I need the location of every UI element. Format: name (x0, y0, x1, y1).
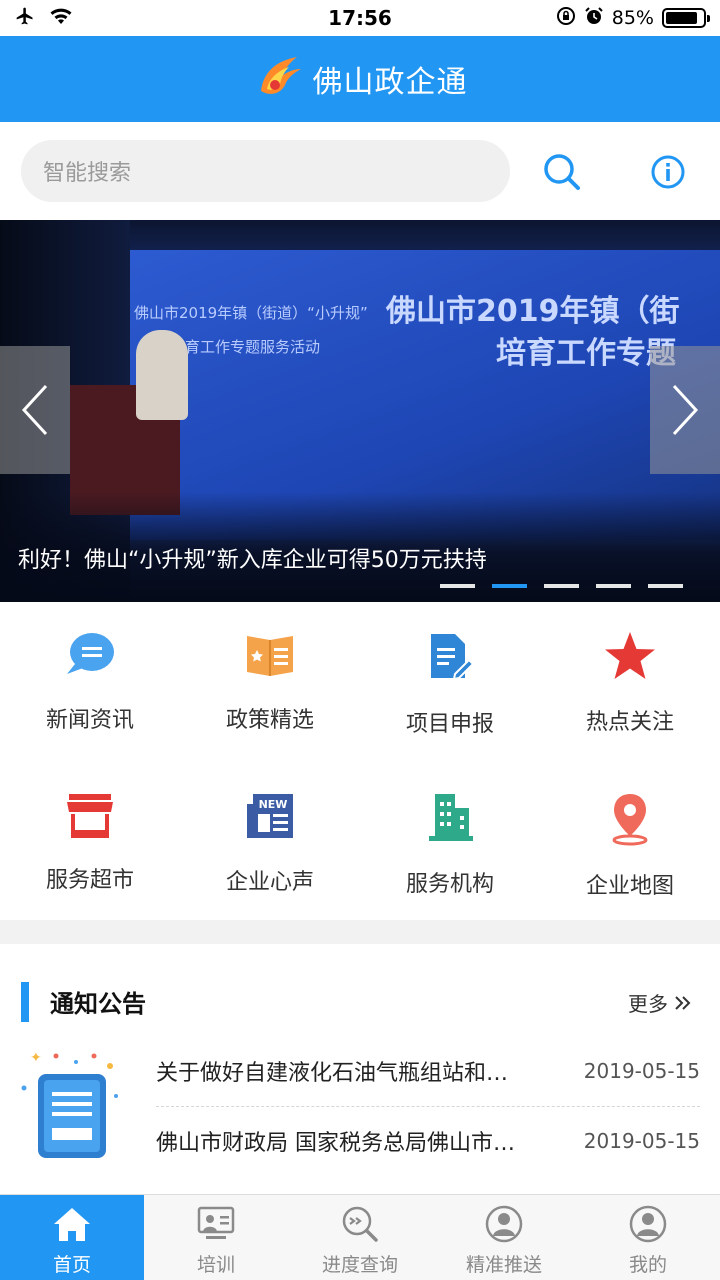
notice-text: 关于做好自建液化石油气瓶组站和… (156, 1061, 509, 1086)
tab-label: 进度查询 (321, 1254, 398, 1276)
profile-icon (628, 1204, 668, 1244)
grid-label: 服务机构 (405, 872, 494, 897)
tab-push[interactable]: 精准推送 (432, 1195, 576, 1280)
tab-training[interactable]: 培训 (144, 1195, 288, 1280)
rotation-lock-icon (556, 6, 576, 31)
app-title: 佛山政企通 (312, 65, 468, 100)
more-link[interactable]: 更多 (628, 988, 692, 1017)
app-header: 佛山政企通 (0, 36, 720, 122)
slide-dot[interactable] (492, 584, 527, 588)
search-input[interactable]: 智能搜索 (21, 140, 510, 202)
tab-mine[interactable]: 我的 (576, 1195, 720, 1280)
tab-home[interactable]: 首页 (0, 1195, 144, 1280)
slide-dot[interactable] (596, 584, 631, 588)
chevron-right-icon (672, 384, 699, 436)
grid-item-institutions[interactable]: 服务机构 (360, 762, 540, 897)
notice-text: 佛山市财政局 国家税务总局佛山市… (156, 1131, 515, 1156)
battery-level (665, 12, 697, 24)
airplane-icon (14, 6, 36, 31)
chevron-left-icon (21, 384, 48, 436)
clock: 17:56 (328, 6, 392, 30)
notice-item[interactable]: 佛山市财政局 国家税务总局佛山市… 2019-05-15 (156, 1108, 700, 1174)
section-divider (0, 920, 720, 944)
banner-photo-text: 佛山市2019年镇（街道）“小升规” (134, 304, 368, 322)
slide-dot[interactable] (544, 584, 579, 588)
slide-indicator (440, 584, 683, 588)
grid-item-news[interactable]: 新闻资讯 (0, 602, 180, 733)
grid-item-hot[interactable]: 热点关注 (540, 602, 720, 735)
banner-carousel[interactable]: 佛山市2019年镇（街道）“小升规” 培育工作专题服务活动 佛山市2019年镇（… (0, 220, 720, 602)
newspaper-icon: NEW (242, 790, 298, 842)
bottom-tab-bar: 首页 培训 进度查询 精准推送 我的 (0, 1194, 720, 1280)
star-icon (602, 630, 658, 682)
next-slide-button[interactable] (650, 346, 720, 474)
notice-item[interactable]: 关于做好自建液化石油气瓶组站和… 2019-05-15 (156, 1038, 700, 1104)
user-push-icon (484, 1204, 524, 1244)
building-icon (422, 790, 478, 844)
svg-text:✦: ✦ (30, 1050, 42, 1066)
notice-illustration: ✦ (16, 1044, 126, 1164)
search-row: 智能搜索 (0, 122, 720, 220)
grid-item-project[interactable]: 项目申报 (360, 602, 540, 737)
prev-slide-button[interactable] (0, 346, 70, 474)
slide-dot[interactable] (440, 584, 475, 588)
banner-caption[interactable]: 利好！佛山“小升规”新入库企业可得50万元扶持 (18, 542, 487, 574)
more-label: 更多 (628, 992, 668, 1016)
logo-icon (253, 51, 305, 107)
store-icon (62, 790, 118, 840)
grid-label: 企业地图 (585, 874, 674, 899)
double-chevron-right-icon (675, 995, 691, 1010)
grid-label: 新闻资讯 (45, 708, 134, 733)
grid-label: 政策精选 (225, 708, 314, 733)
alarm-icon (584, 6, 604, 31)
policy-book-icon (242, 630, 298, 680)
tab-label: 培训 (196, 1254, 235, 1276)
tab-label: 精准推送 (465, 1254, 542, 1276)
grid-label: 企业心声 (225, 870, 314, 895)
grid-item-map[interactable]: 企业地图 (540, 762, 720, 899)
section-accent-bar (21, 982, 29, 1022)
grid-label: 项目申报 (405, 712, 494, 737)
document-edit-icon (422, 630, 478, 684)
training-icon (196, 1204, 236, 1244)
function-grid: 新闻资讯 政策精选 项目申报 热点关注 服务超市 NEW 企业心声 服务机构 企… (0, 602, 720, 920)
notice-date: 2019-05-15 (583, 1129, 700, 1153)
grid-item-policy[interactable]: 政策精选 (180, 602, 360, 733)
search-button[interactable] (540, 150, 584, 194)
tab-progress[interactable]: 进度查询 (288, 1195, 432, 1280)
notice-section: 通知公告 更多 ✦ 关于做好自建液化石油气瓶组站和… 2019-05-15 佛山… (0, 944, 720, 1194)
banner-photo-text: 培育工作专题服务活动 (170, 338, 321, 356)
banner-photo-text: 培育工作专题 (496, 336, 676, 371)
banner-photo-text: 佛山市2019年镇（街 (386, 294, 680, 329)
speaker (136, 330, 188, 420)
wifi-icon (48, 6, 74, 31)
battery-icon (661, 8, 710, 28)
grid-label: 热点关注 (585, 710, 674, 735)
info-button[interactable] (646, 150, 690, 194)
grid-item-service-market[interactable]: 服务超市 (0, 762, 180, 893)
map-pin-icon (602, 790, 658, 846)
notice-separator (156, 1106, 700, 1107)
notice-date: 2019-05-15 (583, 1059, 700, 1083)
battery-percent: 85% (611, 7, 654, 29)
info-icon (651, 155, 685, 189)
search-icon (544, 154, 580, 190)
news-chat-icon (62, 630, 118, 680)
svg-text:NEW: NEW (259, 798, 288, 811)
status-bar: 17:56 85% (0, 0, 720, 36)
tab-label: 首页 (52, 1254, 91, 1276)
slide-dot[interactable] (648, 584, 683, 588)
progress-search-icon (340, 1204, 380, 1244)
tab-label: 我的 (628, 1254, 667, 1276)
home-icon (52, 1204, 92, 1244)
section-title: 通知公告 (50, 990, 146, 1018)
grid-label: 服务超市 (45, 868, 134, 893)
grid-item-voice[interactable]: NEW 企业心声 (180, 762, 360, 895)
